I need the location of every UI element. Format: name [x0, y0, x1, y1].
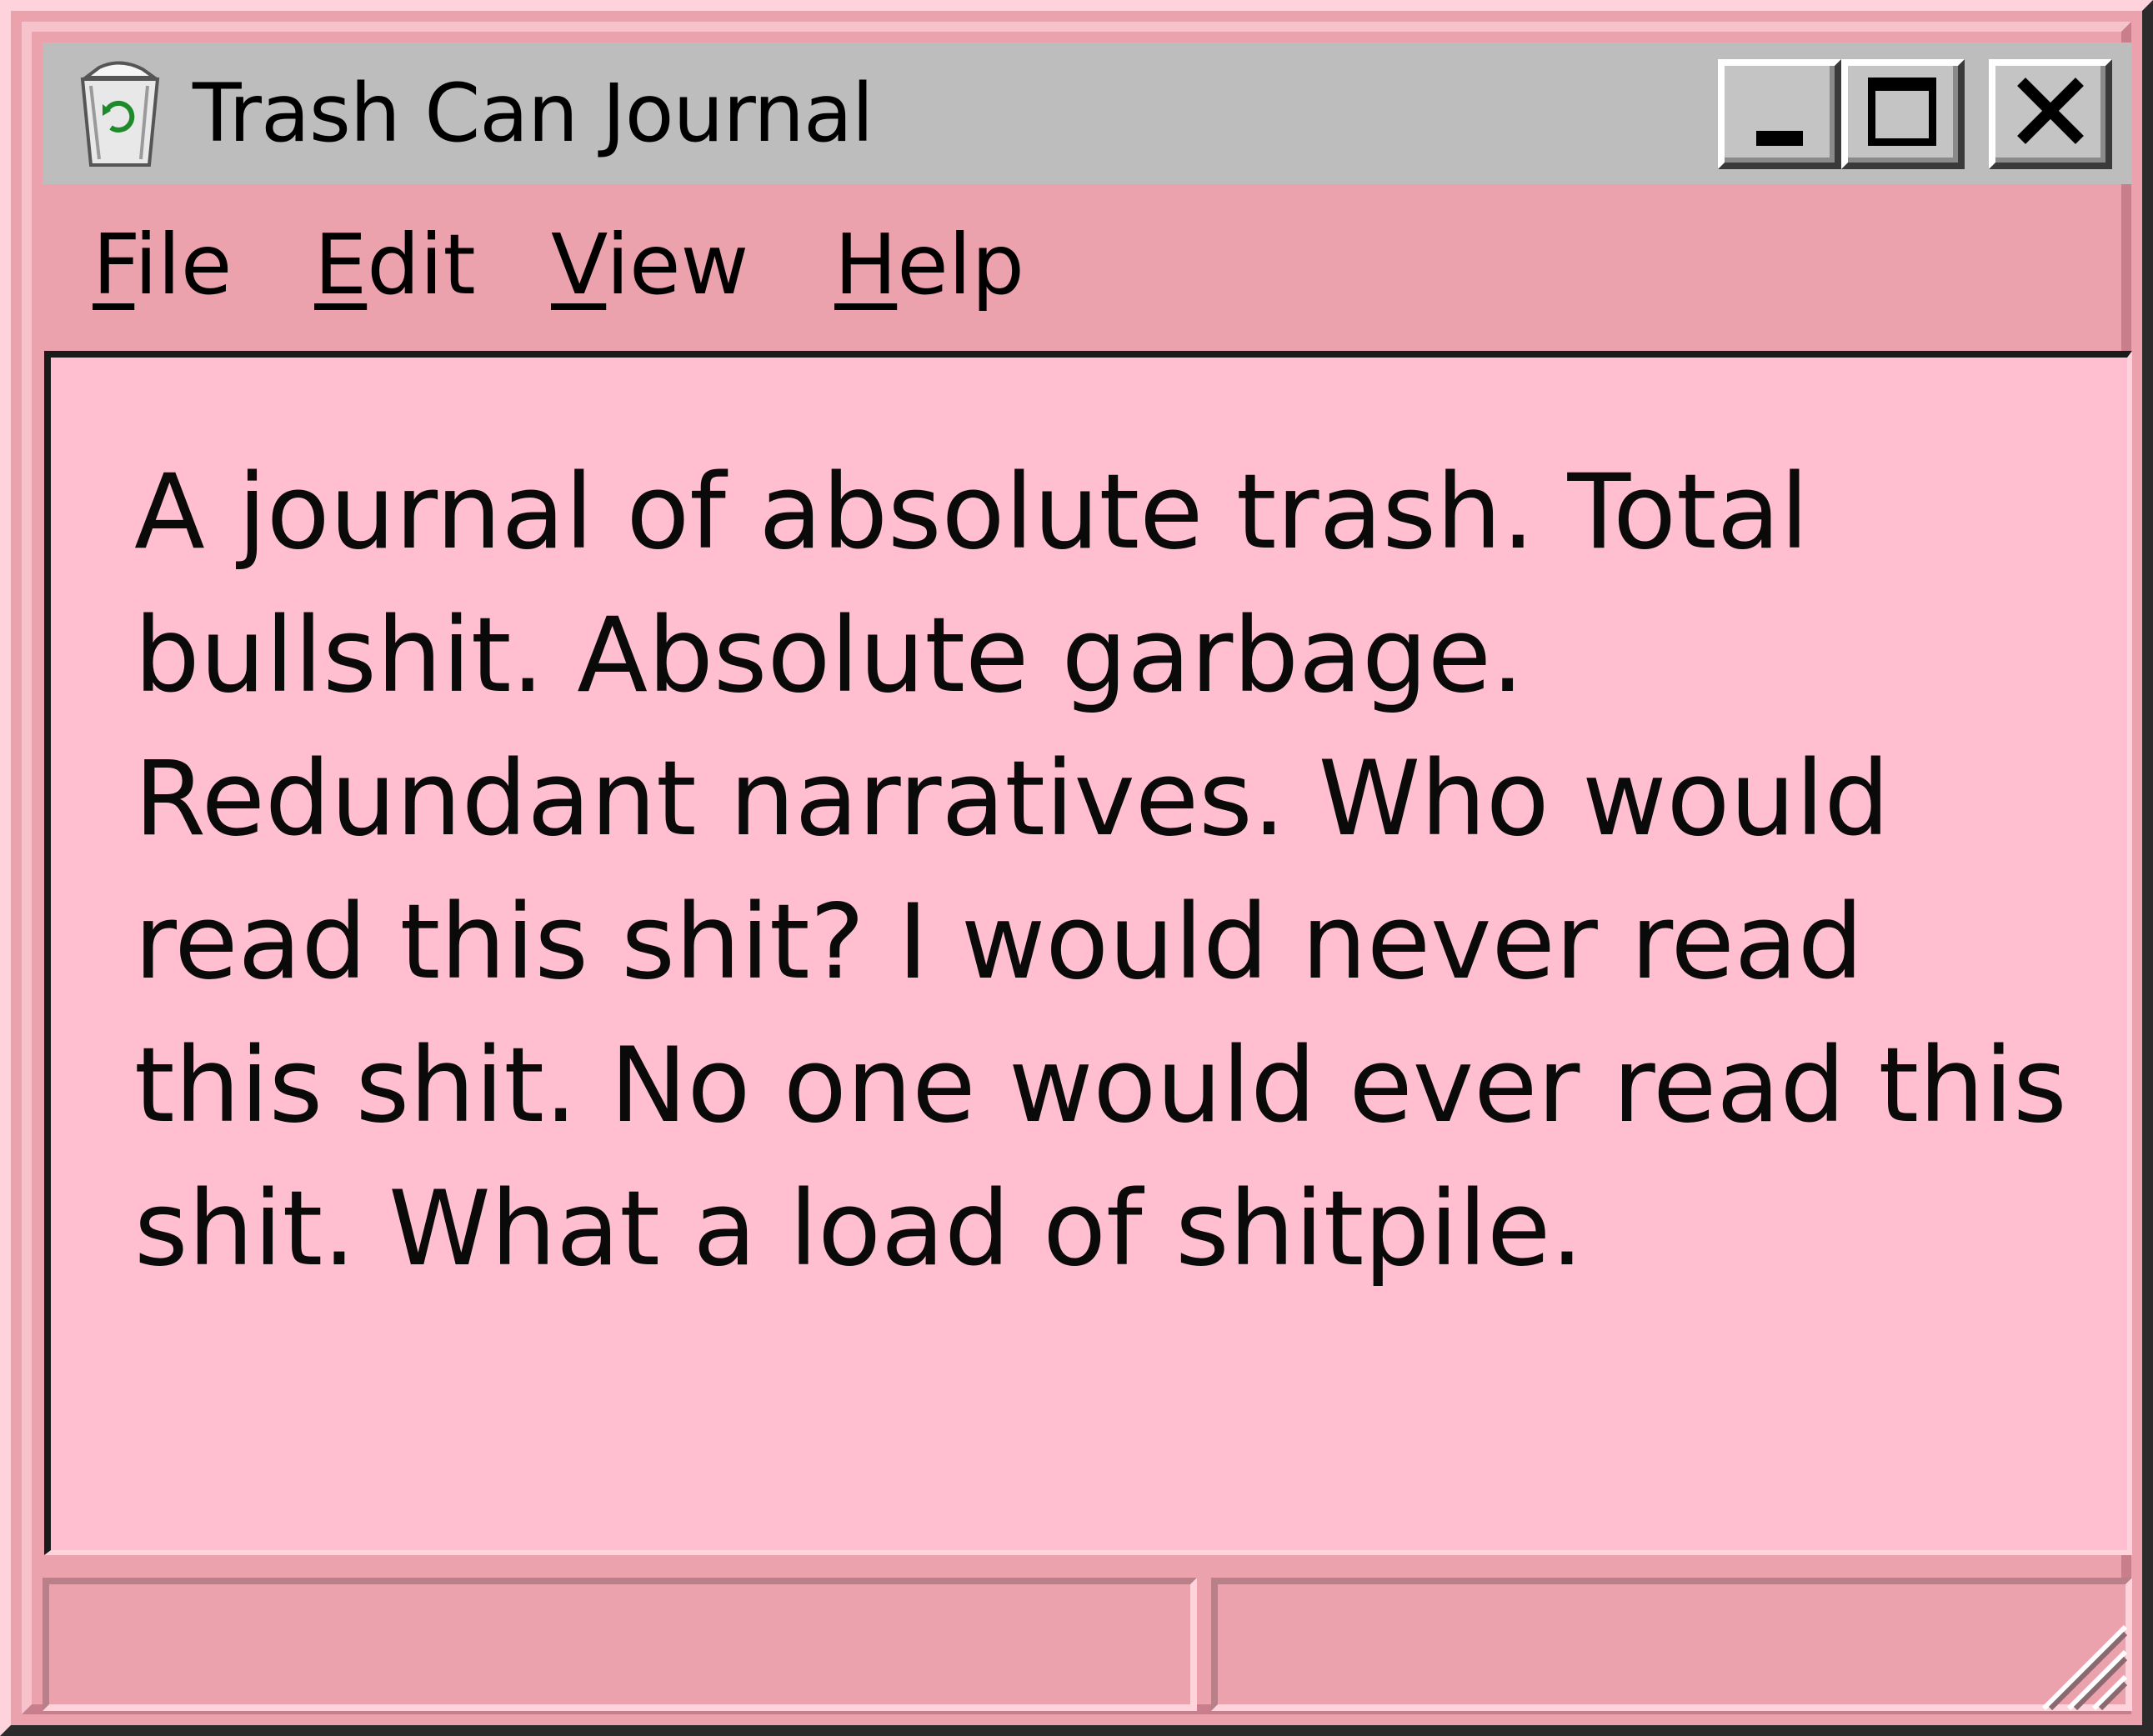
status-pane-right	[1211, 1578, 2132, 1711]
status-pane-left	[43, 1578, 1197, 1711]
resize-grip-icon[interactable]	[2027, 1610, 2127, 1710]
menu-help-accel: H	[834, 216, 898, 313]
title-bar[interactable]: Trash Can Journal	[43, 43, 2132, 184]
status-bar	[43, 1578, 2132, 1715]
menu-edit-label: dit	[367, 216, 476, 313]
menu-view[interactable]: View	[551, 215, 749, 315]
journal-text[interactable]: A journal of absolute trash. Total bulls…	[134, 441, 2085, 1301]
menu-file-label: ile	[134, 216, 233, 313]
minimize-button[interactable]	[1718, 59, 1841, 169]
menu-view-label: iew	[606, 216, 749, 313]
journal-text-area[interactable]: A journal of absolute trash. Total bulls…	[44, 351, 2132, 1555]
minimize-icon	[1756, 131, 1803, 146]
menu-edit-accel: E	[314, 216, 368, 313]
app-window: Trash Can Journal File Edit View Help A …	[0, 0, 2153, 1736]
recycle-bin-icon	[80, 61, 160, 167]
menu-bar: File Edit View Help	[43, 198, 2132, 323]
close-icon	[2017, 78, 2084, 144]
menu-file-accel: F	[93, 216, 135, 313]
menu-help[interactable]: Help	[834, 215, 1024, 315]
close-button[interactable]	[1989, 59, 2112, 169]
menu-edit[interactable]: Edit	[314, 215, 476, 315]
menu-file[interactable]: File	[93, 215, 232, 315]
menu-view-accel: V	[551, 216, 607, 313]
menu-help-label: elp	[897, 216, 1024, 313]
maximize-button[interactable]	[1841, 59, 1965, 169]
maximize-icon	[1868, 78, 1936, 146]
window-title: Trash Can Journal	[193, 67, 874, 160]
